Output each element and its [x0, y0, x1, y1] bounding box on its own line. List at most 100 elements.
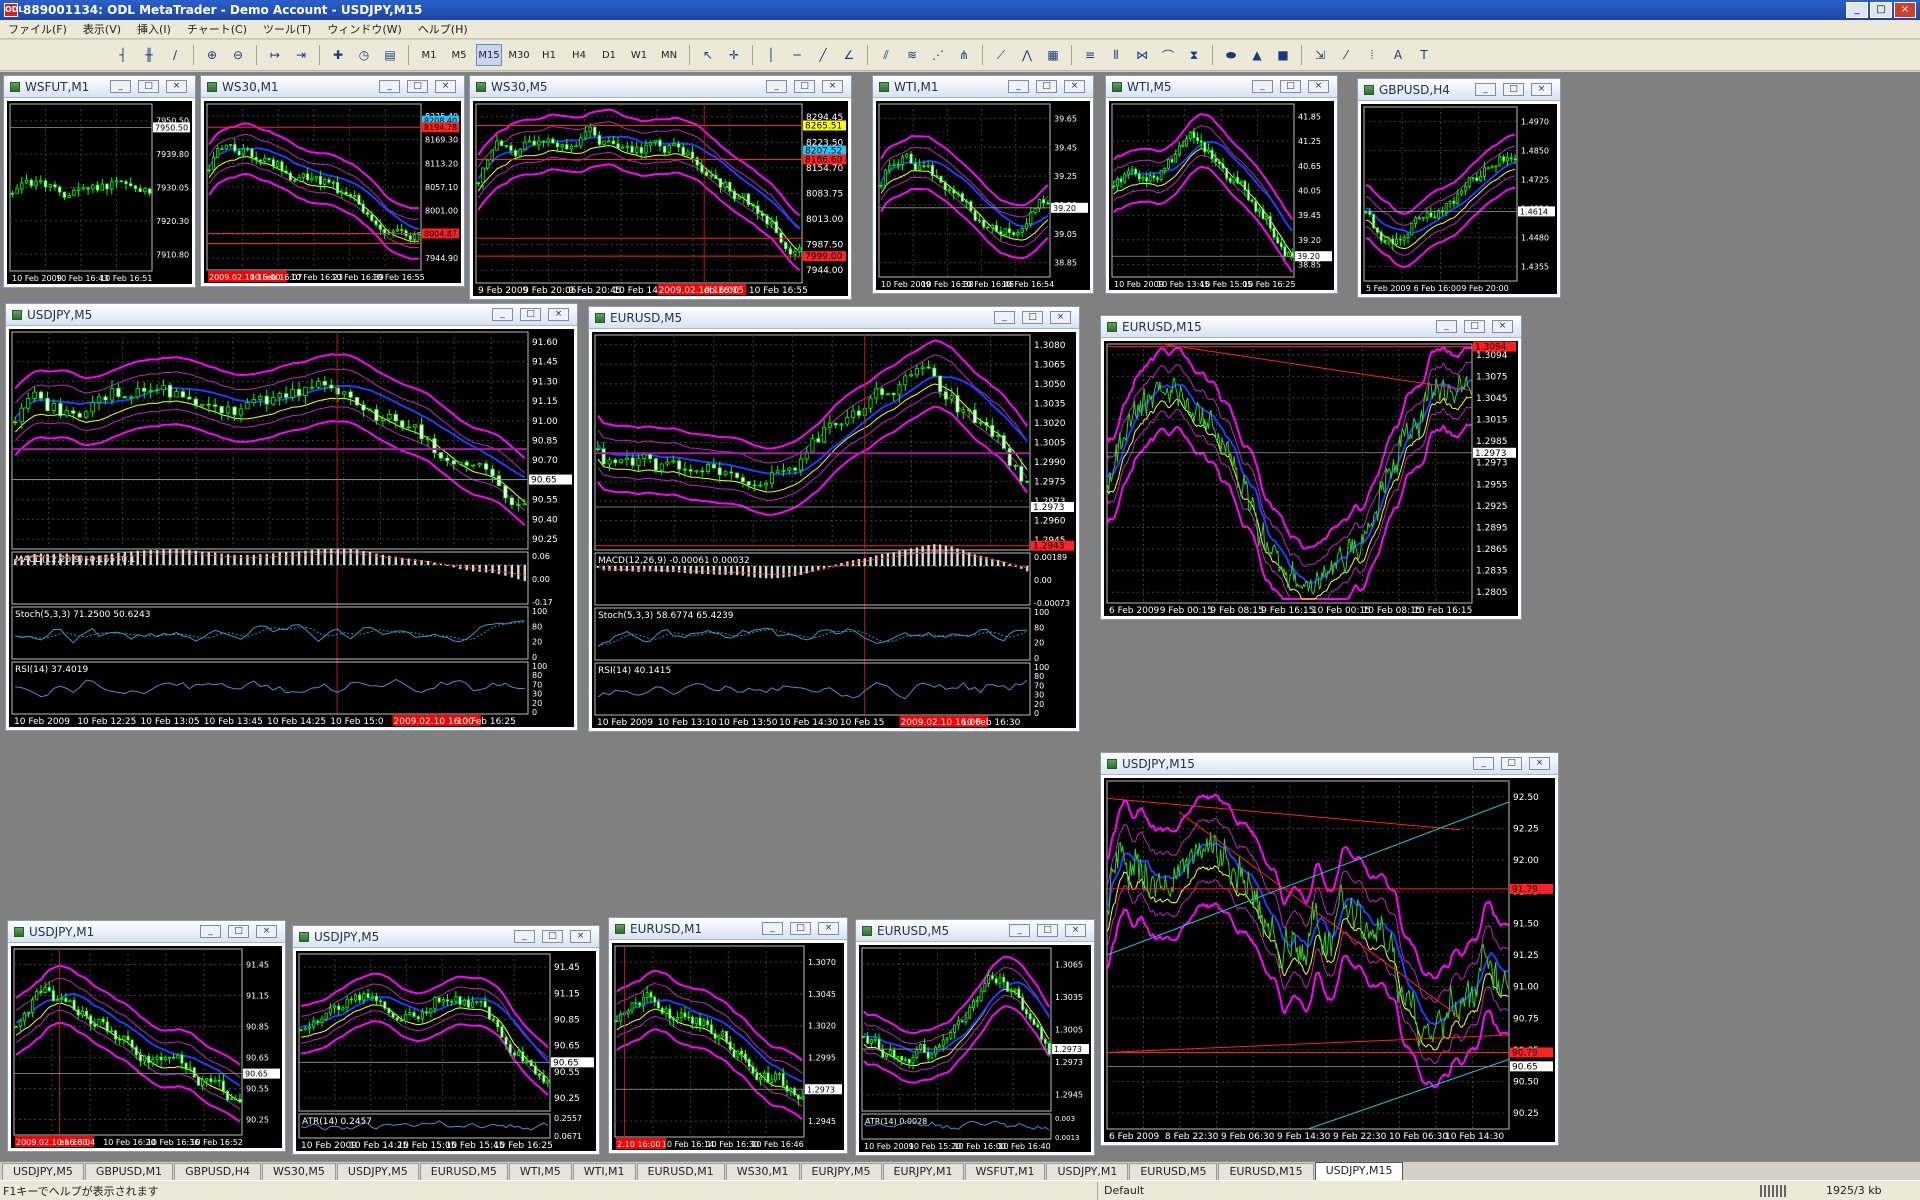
chart-area[interactable]: 1.49701.48501.47251.46141.44801.43551.46…	[1361, 104, 1557, 294]
chart-close-button[interactable]: ×	[256, 925, 277, 938]
chart-window-header[interactable]: USDJPY,M15 _ □ ×	[1101, 753, 1558, 775]
chart-window-header[interactable]: WSFUT,M1 _ □ ×	[4, 76, 195, 98]
minimize-button[interactable]: _	[1846, 2, 1868, 18]
timeframe-button-d1[interactable]: D1	[596, 44, 622, 66]
timeframe-button-mn[interactable]: MN	[656, 44, 682, 66]
chart-maximize-button[interactable]: □	[1464, 320, 1485, 333]
vertical-line-icon[interactable]: │	[760, 44, 782, 66]
channel-icon[interactable]: ⫽	[875, 44, 897, 66]
andrews-pitchfork-icon[interactable]: ⋔	[953, 44, 975, 66]
chart-window-header[interactable]: WS30,M5 _ □ ×	[470, 76, 851, 98]
chart-area[interactable]: 91.45 91.15 90.85 90.65 90.55 90.25 90.65 ATR(1…	[296, 951, 596, 1151]
chart-minimize-button[interactable]: _	[1436, 320, 1457, 333]
indicators-icon[interactable]: ✚	[327, 44, 349, 66]
chart-window-header[interactable]: WTI,M5 _ □ ×	[1106, 76, 1337, 98]
zoom-out-icon[interactable]: ⊖	[227, 44, 249, 66]
menu-item-4[interactable]: ツール(T)	[255, 21, 319, 37]
line-chart-icon[interactable]: ∕	[164, 44, 186, 66]
rectangle-icon[interactable]: ■	[1272, 44, 1294, 66]
fibo-timezones-icon[interactable]: ⦀	[1105, 44, 1127, 66]
chart-area[interactable]: 7950.50 7939.80 7930.05 7920.30 7910.80 7950.…	[7, 101, 192, 284]
chart-close-button[interactable]: ×	[822, 80, 843, 93]
chart-area[interactable]: 1.3080 1.3065 1.3050 1.3035 1.3020 1.3005 1.29…	[592, 332, 1076, 728]
chart-minimize-button[interactable]: _	[200, 925, 221, 938]
chart-maximize-button[interactable]: □	[1022, 311, 1043, 324]
chart-window-header[interactable]: USDJPY,M1 _ □ ×	[8, 921, 285, 943]
chart-tab[interactable]: EURUSD,M15	[1218, 1163, 1314, 1180]
arrows-icon[interactable]: ⇲	[1309, 44, 1331, 66]
trendline-icon[interactable]: ╱	[812, 44, 834, 66]
chart-tab[interactable]: EURJPY,M5	[800, 1163, 882, 1180]
maximize-button[interactable]: □	[1870, 2, 1892, 18]
timeframe-button-w1[interactable]: W1	[626, 44, 652, 66]
templates-icon[interactable]: ▤	[379, 44, 401, 66]
chart-window-header[interactable]: USDJPY,M5 _ □ ×	[293, 926, 599, 948]
chart-area[interactable]: 8225.408169.308113.208057.108001.007987.…	[204, 101, 461, 283]
chart-area[interactable]: 91.60 91.45 91.30 91.15 91.00 90.85 90.70 90.65…	[9, 329, 574, 727]
chart-area[interactable]: 8294.45 8223.50 8154.70 8083.75 8013.00 7987.…	[473, 101, 848, 296]
gann-fan-icon[interactable]: ⋀	[1016, 44, 1038, 66]
chart-window-header[interactable]: USDJPY,M5 _ □ ×	[6, 304, 577, 326]
chart-tab[interactable]: USDJPY,M5	[336, 1163, 419, 1180]
chart-tab[interactable]: EURUSD,M5	[1129, 1163, 1218, 1180]
chart-window-gbpusd-h4[interactable]: GBPUSD,H4 _ □ × 1.4970 1.4850 1.4725 1.4614 1.44…	[1357, 78, 1561, 298]
chart-minimize-button[interactable]: _	[766, 80, 787, 93]
lines-icon[interactable]: ⁄	[1335, 44, 1357, 66]
chart-close-button[interactable]: ×	[1529, 757, 1550, 770]
gann-line-icon[interactable]: ⟋	[990, 44, 1012, 66]
timeframe-button-m1[interactable]: M1	[416, 44, 442, 66]
chart-window-header[interactable]: EURUSD,M5 _ □ ×	[589, 307, 1079, 329]
chart-tab[interactable]: WS30,M1	[725, 1163, 800, 1180]
chart-minimize-button[interactable]: _	[762, 922, 783, 935]
chart-maximize-button[interactable]: □	[520, 308, 541, 321]
chart-window-eurusd-m15[interactable]: EURUSD,M15 _ □ × 1.3094 1.3075 1.3045 1.3015 1.2…	[1100, 315, 1522, 620]
chart-tab[interactable]: WSFUT,M1	[964, 1163, 1046, 1180]
timeframe-button-h4[interactable]: H4	[566, 44, 592, 66]
menu-item-0[interactable]: ファイル(F)	[0, 21, 75, 37]
cycle-lines-icon[interactable]: ⦙	[1361, 44, 1383, 66]
chart-window-usdjpy-m5-small[interactable]: USDJPY,M5 _ □ × 91.45 91.15 90.85 90.65 90.55 90.…	[292, 925, 600, 1155]
chart-close-button[interactable]: ×	[1065, 924, 1086, 937]
close-button[interactable]: ×	[1894, 2, 1916, 18]
chart-maximize-button[interactable]: □	[1036, 80, 1057, 93]
chart-minimize-button[interactable]: _	[994, 311, 1015, 324]
triangle-icon[interactable]: ▲	[1246, 44, 1268, 66]
chart-maximize-button[interactable]: □	[228, 925, 249, 938]
fibo-expansion-icon[interactable]: ⧗	[1183, 44, 1205, 66]
timeframe-button-m30[interactable]: M30	[506, 44, 532, 66]
chart-window-usdjpy-m15[interactable]: USDJPY,M15_□× 92.5092.2592.0091.7591.5091…	[1100, 752, 1559, 1146]
chart-minimize-button[interactable]: _	[1473, 757, 1494, 770]
chart-window-ws30-m5[interactable]: WS30,M5 _ □ × 8294.45 8223.50 8154.70 8083.75 80…	[469, 75, 852, 300]
chart-area[interactable]: 1.3094 1.3075 1.3045 1.3015 1.2985 1.2973 1.29…	[1104, 341, 1518, 616]
chart-tab[interactable]: EURJPY,M1	[882, 1163, 964, 1180]
chart-area[interactable]: 91.45 91.15 90.85 90.65 90.55 90.25 90.65 2009.…	[11, 946, 282, 1148]
fibo-fan-icon[interactable]: ⋈	[1131, 44, 1153, 66]
candle-chart-icon[interactable]: ╫	[138, 44, 160, 66]
chart-minimize-button[interactable]: _	[492, 308, 513, 321]
chart-window-usdjpy-m5-main[interactable]: USDJPY,M5 _ □ × 91.60 91.45 91.30 91.15 91.00 90.…	[5, 303, 578, 731]
chart-area[interactable]: 41.85 41.25 40.65 40.05 39.45 39.20 38.85 39.20…	[1109, 101, 1334, 290]
chart-maximize-button[interactable]: □	[1037, 924, 1058, 937]
zoom-in-icon[interactable]: ⊕	[201, 44, 223, 66]
chart-shift-icon[interactable]: ⇥	[290, 44, 312, 66]
menu-item-6[interactable]: ヘルプ(H)	[410, 21, 476, 37]
chart-minimize-button[interactable]: _	[1252, 80, 1273, 93]
title-bar[interactable]: ODL 889001134: ODL MetaTrader - Demo Acc…	[0, 0, 1920, 20]
chart-minimize-button[interactable]: _	[110, 80, 131, 93]
chart-window-eurusd-m5-main[interactable]: EURUSD,M5 _ □ × 1.3080 1.3065 1.3050 1.3035 1.30…	[588, 306, 1080, 732]
chart-window-wsfut-m1[interactable]: WSFUT,M1 _ □ × 7950.50 7939.80 7930.05 7920.30 7…	[3, 75, 196, 288]
timeframe-button-m5[interactable]: M5	[446, 44, 472, 66]
text-icon[interactable]: A	[1387, 44, 1409, 66]
chart-tab[interactable]: GBPUSD,M1	[84, 1163, 174, 1180]
chart-area[interactable]: 92.5092.2592.0091.7591.5091.2591.0090.75…	[1104, 778, 1555, 1142]
chart-window-header[interactable]: GBPUSD,H4 _ □ ×	[1358, 79, 1560, 101]
chart-maximize-button[interactable]: □	[407, 80, 428, 93]
chart-tab[interactable]: EURUSD,M1	[636, 1163, 725, 1180]
chart-minimize-button[interactable]: _	[1009, 924, 1030, 937]
autoscroll-icon[interactable]: ↦	[264, 44, 286, 66]
menu-item-2[interactable]: 挿入(I)	[129, 21, 179, 37]
chart-maximize-button[interactable]: □	[1503, 83, 1524, 96]
fibo-arcs-icon[interactable]: ⌒	[1157, 44, 1179, 66]
chart-area[interactable]: 1.3065 1.3035 1.3005 1.2973 1.2945 1.2973 ATR(…	[859, 945, 1091, 1152]
chart-close-button[interactable]: ×	[435, 80, 456, 93]
